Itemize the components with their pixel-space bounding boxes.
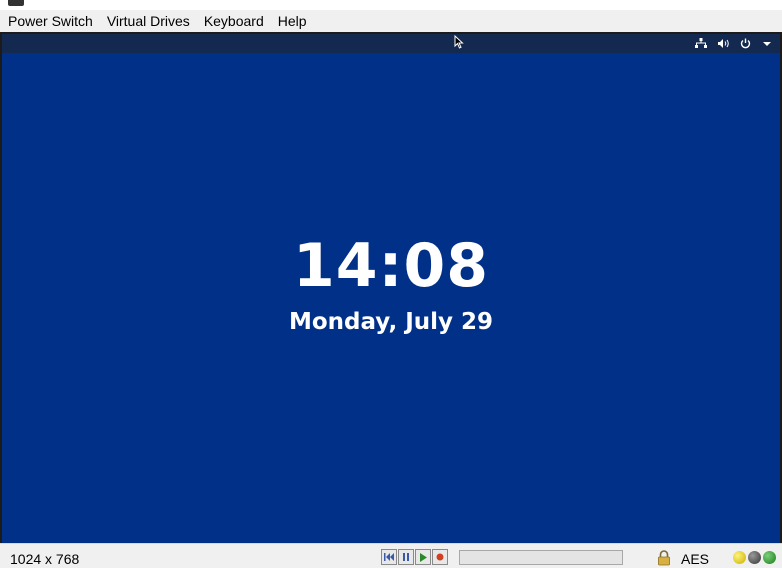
volume-icon[interactable] [716,37,730,51]
dropdown-arrow-icon[interactable] [760,37,774,51]
indicator-green-icon [763,551,776,564]
lock-screen-time: 14:08 [293,231,489,301]
lock-screen[interactable]: 14:08 Monday, July 29 [2,53,780,543]
resolution-label: 1024 x 768 [10,551,80,567]
play-icon [420,552,427,562]
lock-screen-date: Monday, July 29 [288,309,494,335]
rewind-button[interactable] [381,549,397,565]
menu-item-power-switch[interactable]: Power Switch [8,10,93,32]
app-icon [8,0,24,6]
status-indicators [733,551,776,564]
window-title-bar [0,0,782,10]
menu-item-virtual-drives[interactable]: Virtual Drives [107,10,190,32]
menu-item-help[interactable]: Help [278,10,307,32]
lock-icon [658,550,670,566]
record-icon [436,553,444,561]
menu-bar: Power Switch Virtual Drives Keyboard Hel… [0,10,782,32]
play-button[interactable] [415,549,431,565]
power-icon[interactable] [738,37,752,51]
pause-icon [403,553,409,561]
remote-top-bar [2,34,780,53]
media-controls [381,549,448,565]
rewind-icon [384,553,394,561]
status-bar: 1024 x 768 AES [0,543,782,568]
record-button[interactable] [432,549,448,565]
encryption-label: AES [681,551,710,567]
remote-screen[interactable]: 14:08 Monday, July 29 [0,32,782,543]
pause-button[interactable] [398,549,414,565]
progress-bar [459,550,623,565]
mouse-cursor-icon [454,35,464,49]
network-icon[interactable] [694,37,708,51]
system-tray [694,36,774,51]
indicator-gray-icon [748,551,761,564]
indicator-yellow-icon [733,551,746,564]
menu-item-keyboard[interactable]: Keyboard [204,10,264,32]
